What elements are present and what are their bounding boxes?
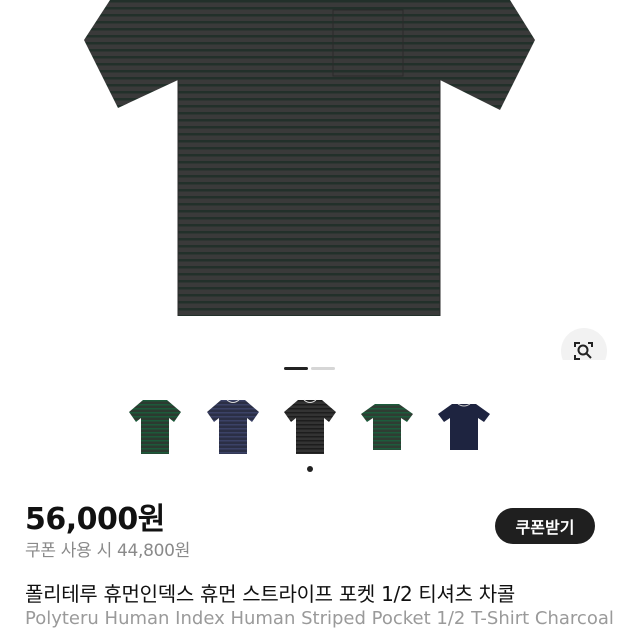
thumbnail-green-stripe-2[interactable] [359,396,415,458]
product-title-english: Polyteru Human Index Human Striped Pocke… [25,608,614,629]
shirt-main-image [84,0,535,316]
product-title: 폴리테루 휴먼인덱스 휴먼 스트라이프 포켓 1/2 티셔츠 차콜 [25,582,515,606]
thumbnail-charcoal-stripe[interactable] [282,396,338,458]
thumbnail-selected-indicator [307,466,313,472]
lens-search-icon [574,342,593,360]
product-price: 56,000원 [25,502,165,537]
thumbnail-navy-stripe[interactable] [205,396,261,458]
gallery-pagination [0,367,620,371]
page-indicator[interactable] [311,367,335,370]
get-coupon-button[interactable]: 쿠폰받기 [495,508,595,544]
thumbnail-green-stripe[interactable] [127,396,183,458]
page-indicator-active[interactable] [284,367,308,370]
coupon-price: 쿠폰 사용 시 44,800원 [25,541,191,561]
thumbnail-navy[interactable] [436,396,492,458]
product-image[interactable] [0,0,620,360]
color-thumbnails [0,396,620,458]
